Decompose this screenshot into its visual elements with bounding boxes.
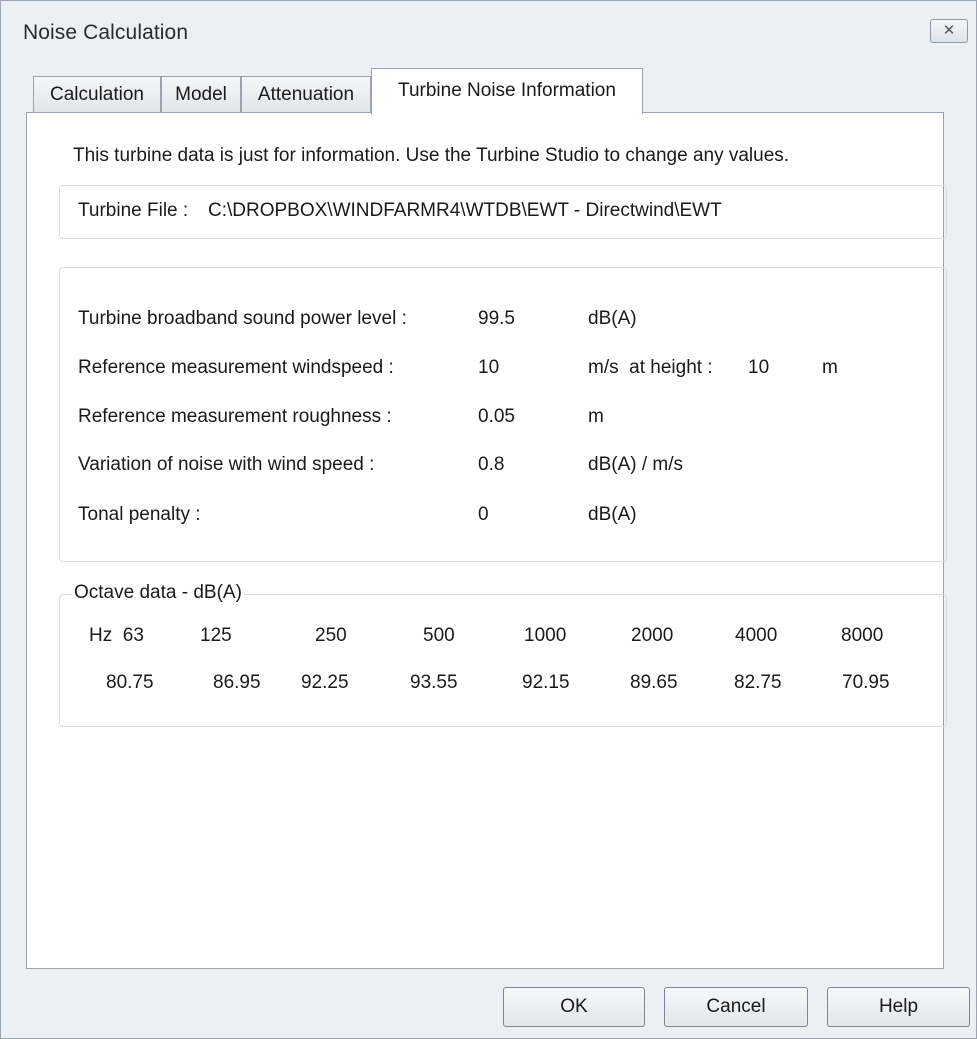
octave-freq-2000: 2000: [631, 625, 674, 646]
tab-model[interactable]: Model: [161, 76, 241, 112]
octave-value-8000: 70.95: [842, 672, 890, 693]
octave-freq-250: 250: [315, 625, 347, 646]
param-unit-tonal-penalty: dB(A): [588, 504, 637, 525]
tab-calculation[interactable]: Calculation: [33, 76, 161, 112]
octave-value-125: 86.95: [213, 672, 261, 693]
turbine-file-path: C:\DROPBOX\WINDFARMR4\WTDB\EWT - Directw…: [208, 200, 722, 221]
param-value-tonal-penalty: 0: [478, 504, 489, 525]
tab-attenuation[interactable]: Attenuation: [241, 76, 371, 112]
param-label-roughness: Reference measurement roughness :: [78, 406, 392, 427]
param-label-sound-power: Turbine broadband sound power level :: [78, 308, 407, 329]
noise-calculation-dialog: Noise Calculation ✕ Calculation Model At…: [0, 0, 977, 1039]
param-unit-variation: dB(A) / m/s: [588, 454, 684, 475]
info-text: This turbine data is just for informatio…: [73, 145, 790, 166]
octave-value-63: 80.75: [106, 672, 154, 693]
param-unit-sound-power: dB(A): [588, 308, 637, 329]
param-unit-height: m: [822, 357, 838, 378]
octave-freq-4000: 4000: [735, 625, 778, 646]
tab-panel: This turbine data is just for informatio…: [26, 112, 947, 969]
octave-data-title: Octave data - dB(A): [72, 582, 244, 604]
param-value-variation: 0.8: [478, 454, 505, 475]
close-icon: ✕: [942, 22, 956, 39]
octave-freq-1000: 1000: [524, 625, 567, 646]
param-value-sound-power: 99.5: [478, 308, 515, 329]
close-button[interactable]: ✕: [930, 19, 968, 43]
turbine-file-label: Turbine File :: [78, 200, 189, 221]
turbine-file-box: Turbine File : C:\DROPBOX\WINDFARMR4\WTD…: [59, 185, 947, 239]
octave-freq-63: Hz 63: [89, 625, 144, 646]
octave-value-500: 93.55: [410, 672, 458, 693]
param-label-tonal-penalty: Tonal penalty :: [78, 504, 201, 525]
octave-freq-8000: 8000: [841, 625, 884, 646]
turbine-parameters-box: Turbine broadband sound power level : 99…: [59, 267, 947, 562]
octave-value-2000: 89.65: [630, 672, 678, 693]
param-label-windspeed: Reference measurement windspeed :: [78, 357, 394, 378]
help-button[interactable]: Help: [827, 987, 970, 1027]
octave-value-250: 92.25: [301, 672, 349, 693]
param-value-height: 10: [748, 357, 770, 378]
param-unit-windspeed: m/s at height :: [588, 357, 713, 378]
octave-freq-500: 500: [423, 625, 455, 646]
param-unit-roughness: m: [588, 406, 604, 427]
ok-button[interactable]: OK: [503, 987, 645, 1027]
tab-turbine-noise-information[interactable]: Turbine Noise Information: [371, 68, 643, 114]
window-title: Noise Calculation: [23, 21, 189, 44]
octave-value-4000: 82.75: [734, 672, 782, 693]
octave-data-box: Octave data - dB(A) Hz 63 125 250 500 10…: [59, 582, 947, 727]
param-value-windspeed: 10: [478, 357, 500, 378]
octave-freq-125: 125: [200, 625, 232, 646]
param-label-variation: Variation of noise with wind speed :: [78, 454, 375, 475]
octave-value-1000: 92.15: [522, 672, 570, 693]
cancel-button[interactable]: Cancel: [664, 987, 808, 1027]
param-value-roughness: 0.05: [478, 406, 515, 427]
